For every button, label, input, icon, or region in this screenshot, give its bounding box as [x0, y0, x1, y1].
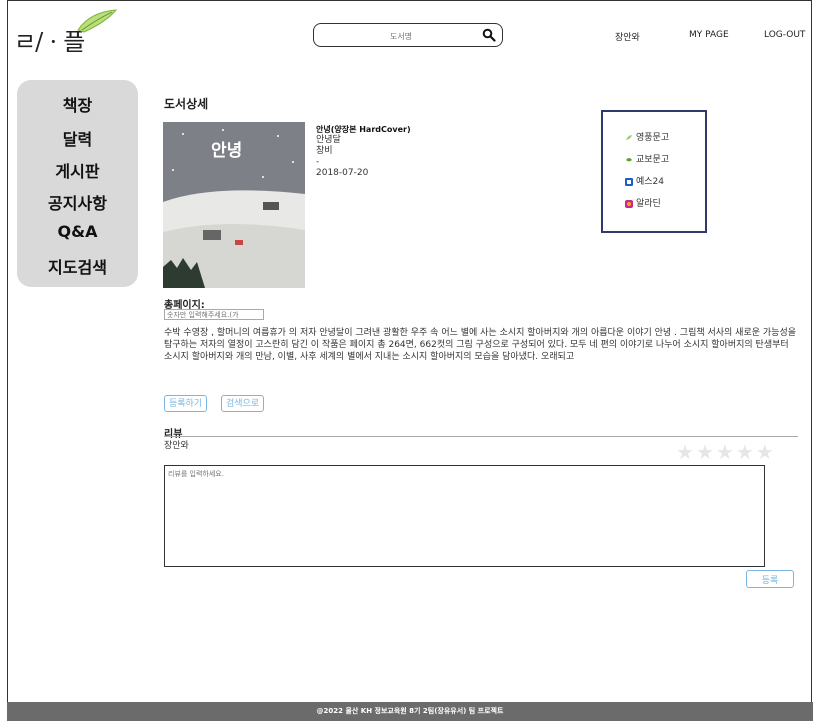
review-input[interactable]: [164, 465, 765, 567]
back-to-search-button[interactable]: 검색으로: [221, 395, 265, 412]
total-pages-input[interactable]: [164, 309, 264, 320]
submit-review-button[interactable]: 등록: [746, 570, 794, 588]
nav-logout-link[interactable]: LOG-OUT: [764, 30, 805, 40]
store-label: 알라딘: [636, 199, 661, 209]
kyobo-logo-icon: [626, 157, 632, 161]
star-icon[interactable]: ★: [756, 440, 776, 464]
store-link-aladin[interactable]: 알라딘: [625, 196, 661, 209]
store-label: 영풍문고: [636, 133, 670, 143]
youngpoong-logo-icon: [626, 134, 632, 140]
sidebar-item-bookshelf[interactable]: 책장: [17, 92, 138, 116]
search-bar[interactable]: [313, 23, 503, 47]
star-icon[interactable]: ★: [716, 440, 736, 464]
register-button[interactable]: 등록하기: [164, 395, 208, 412]
book-description: 수박 수영장 , 할머니의 여름휴가 의 저자 안녕달이 그려낸 광활한 우주 …: [164, 328, 797, 362]
search-input[interactable]: [324, 27, 478, 45]
review-divider: [164, 436, 798, 437]
sidebar: 책장 달력 게시판 공지사항 Q&A 지도검색: [17, 80, 138, 287]
book-date: 2018-07-20: [316, 168, 369, 178]
sidebar-item-calendar[interactable]: 달력: [17, 126, 138, 150]
sidebar-item-qna[interactable]: Q&A: [17, 222, 138, 241]
footer: @2022 울산 KH 정보교육원 8기 2팀(장유유서) 팀 프로젝트: [7, 702, 813, 721]
book-author: 안녕달: [316, 135, 341, 145]
sidebar-item-map-search[interactable]: 지도검색: [17, 254, 138, 278]
store-label: 교보문고: [636, 155, 670, 165]
aladin-logo-icon: [625, 199, 633, 208]
book-cover-title: 안녕: [211, 141, 243, 161]
book-leaf-icon: [77, 9, 118, 33]
nav-user-link[interactable]: 장안와: [615, 30, 640, 43]
nav-mypage-link[interactable]: MY PAGE: [689, 30, 729, 40]
store-links-box: 영풍문고 교보문고 예스24 알라딘: [601, 110, 707, 233]
store-link-youngpoong[interactable]: 영풍문고: [625, 130, 669, 143]
logo[interactable]: ㄹ/ㆍ플: [14, 8, 124, 58]
book-cover-image: 안녕: [163, 122, 305, 288]
yes24-logo-icon: [625, 177, 633, 186]
page-title: 도서상세: [164, 97, 209, 111]
book-title: 안녕(양장본 HardCover): [316, 125, 411, 134]
star-icon[interactable]: ★: [696, 440, 716, 464]
rating-stars[interactable]: ★★★★★: [676, 440, 776, 464]
book-dash: -: [316, 157, 320, 167]
review-username: 장안와: [164, 441, 189, 451]
sidebar-item-board[interactable]: 게시판: [17, 158, 138, 182]
book-publisher: 창비: [316, 146, 333, 156]
store-label: 예스24: [636, 177, 665, 187]
star-icon[interactable]: ★: [736, 440, 756, 464]
star-icon[interactable]: ★: [676, 440, 696, 464]
store-link-kyobo[interactable]: 교보문고: [625, 152, 669, 165]
search-icon[interactable]: [482, 28, 496, 42]
store-link-yes24[interactable]: 예스24: [625, 174, 664, 187]
sidebar-item-notice[interactable]: 공지사항: [17, 190, 138, 214]
book-info: 안녕(양장본 HardCover) 안녕달 창비 - 2018-07-20: [316, 124, 411, 179]
logo-text: ㄹ/ㆍ플: [14, 28, 85, 56]
